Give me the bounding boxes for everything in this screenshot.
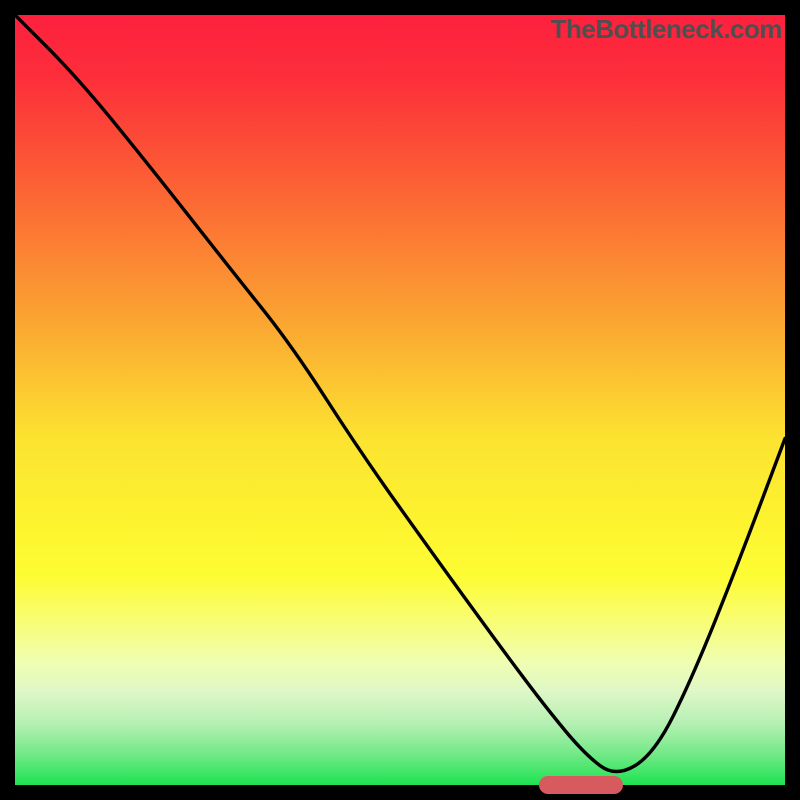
- optimal-range-marker: [539, 776, 624, 794]
- bottleneck-curve: [15, 15, 785, 785]
